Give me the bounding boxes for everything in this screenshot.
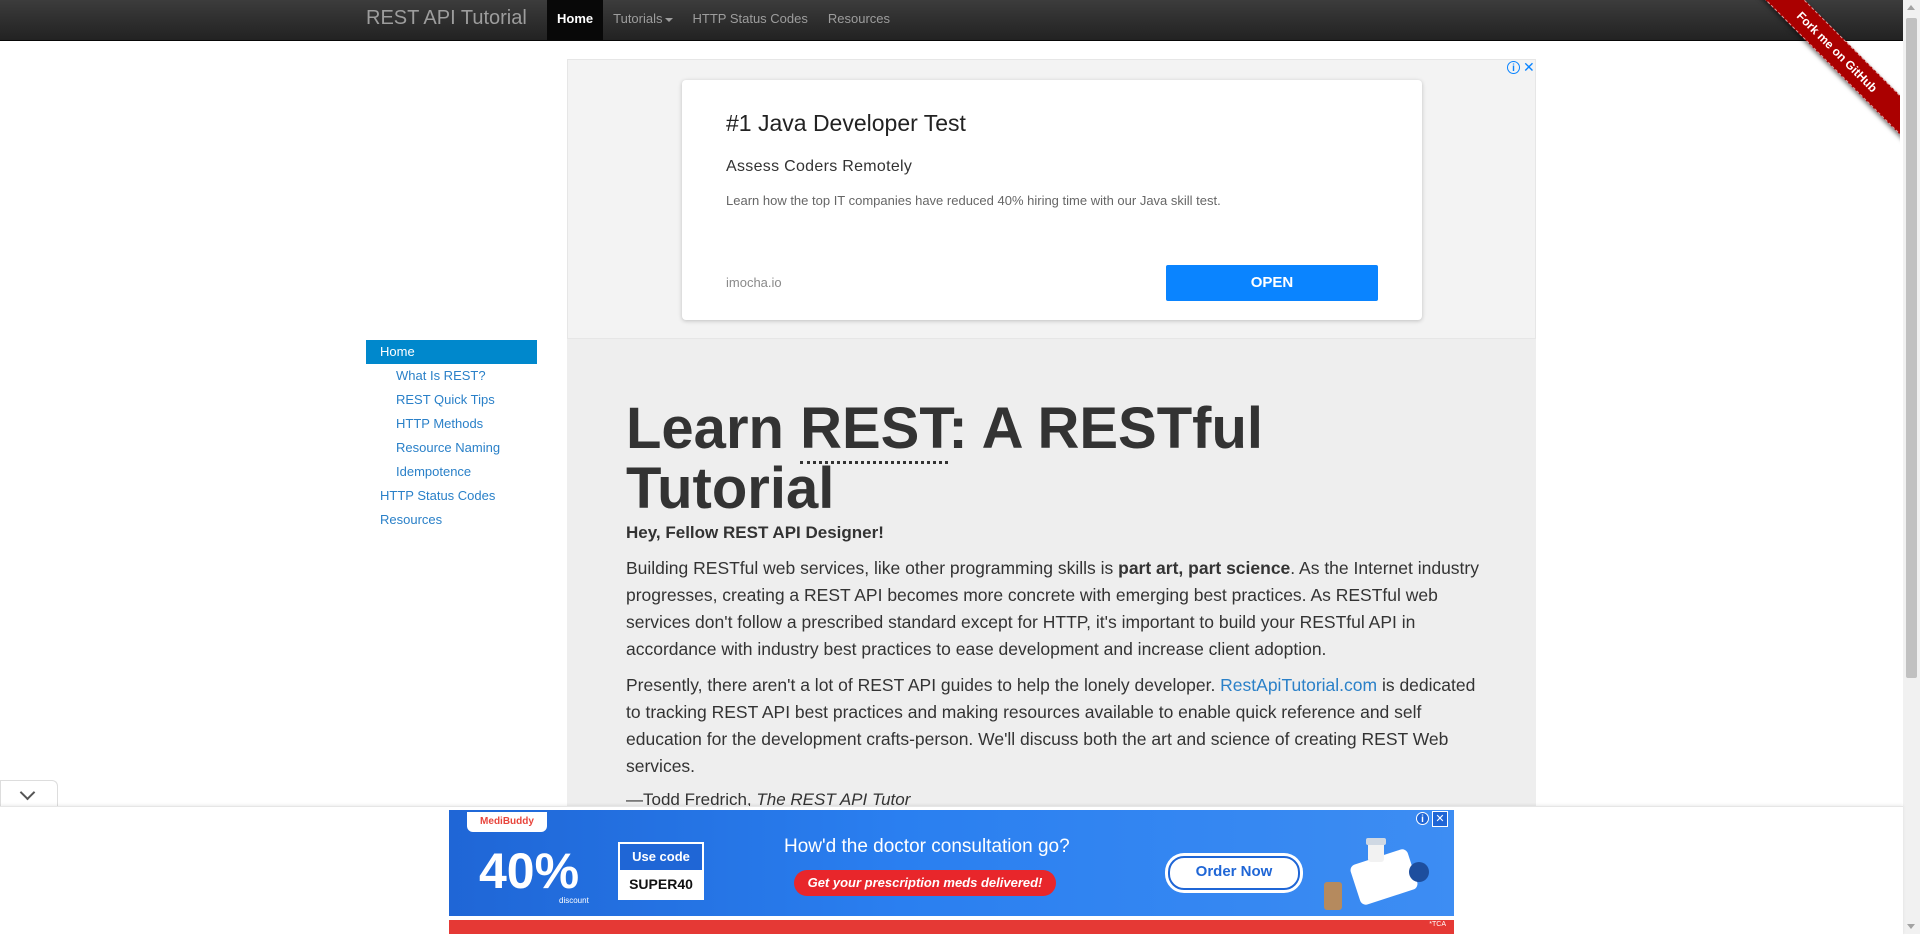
sidebar-nav: Home What Is REST? REST Quick Tips HTTP … [366,340,537,532]
second-paragraph: Presently, there aren't a lot of REST AP… [626,672,1486,780]
ad-card[interactable]: #1 Java Developer Test Assess Coders Rem… [682,80,1422,320]
nav-tutorials[interactable]: Tutorials [603,0,682,40]
hero-greeting: Hey, Fellow REST API Designer! [626,523,884,542]
page-scrollbar[interactable] [1903,0,1920,934]
ad-open-button[interactable]: OPEN [1166,265,1378,301]
sidebar-item-idempotence[interactable]: Idempotence [366,460,537,484]
ad-footer-bar: *TCA [449,920,1454,934]
discount-percent: 40% [479,843,580,899]
bottom-advertisement[interactable]: MediBuddy 40% discount Use code SUPER40 … [449,810,1454,916]
sidebar-item-resource-naming[interactable]: Resource Naming [366,436,537,460]
ad-domain[interactable]: imocha.io [726,275,782,290]
chevron-down-icon [19,784,36,801]
ad-tagline: Get your prescription meds delivered! [794,870,1056,896]
brand-logo[interactable]: REST API Tutorial [366,7,527,30]
sidebar-item-resources[interactable]: Resources [366,508,537,532]
collapse-ad-button[interactable] [0,780,58,807]
nav-http-status-codes[interactable]: HTTP Status Codes [683,0,818,40]
sidebar-item-http-status-codes[interactable]: HTTP Status Codes [366,484,537,508]
ad-subtitle: Assess Coders Remotely [726,158,913,175]
ad-description: Learn how the top IT companies have redu… [726,193,1221,208]
medicine-illustration [1324,838,1429,910]
terms-label: *TCA [1429,921,1446,928]
sidebar-item-rest-quick-tips[interactable]: REST Quick Tips [366,388,537,412]
scroll-down-arrow-icon[interactable] [1907,924,1915,929]
intro-text-pre: Building RESTful web services, like othe… [626,558,1119,578]
title-text-pre: Learn [626,396,801,461]
main-nav: Home Tutorials HTTP Status Codes Resourc… [547,0,900,40]
scroll-up-arrow-icon[interactable] [1907,5,1915,10]
restapitutorial-link[interactable]: RestApiTutorial.com [1220,675,1377,695]
github-ribbon: Fork me on GitHub [1750,0,1900,150]
sidebar-item-home[interactable]: Home [366,340,537,364]
discount-label: discount [559,896,589,905]
medibuddy-logo: MediBuddy [467,812,547,832]
top-navbar: REST API Tutorial Home Tutorials HTTP St… [0,0,1920,41]
scroll-thumb[interactable] [1906,18,1917,678]
caret-down-icon [664,17,673,22]
nav-resources[interactable]: Resources [818,0,900,40]
hero-section: Learn REST: A RESTful Tutorial Hey, Fell… [567,339,1536,809]
fork-on-github-link[interactable]: Fork me on GitHub [1750,0,1900,144]
promo-code: SUPER40 [620,870,702,898]
intro-bold-text: part art, part science [1118,558,1291,578]
ad-title[interactable]: #1 Java Developer Test [726,110,966,137]
adchoices-icon[interactable]: i [1416,812,1429,825]
nav-tutorials-label: Tutorials [613,11,663,26]
order-now-button[interactable]: Order Now [1168,856,1300,890]
intro-paragraph: Building RESTful web services, like othe… [626,555,1486,663]
sidebar-item-what-is-rest[interactable]: What Is REST? [366,364,537,388]
page-title: Learn REST: A RESTful Tutorial [626,396,1486,519]
close-icon[interactable]: ✕ [1432,811,1448,827]
second-text-pre: Presently, there aren't a lot of REST AP… [626,675,1221,695]
ad-headline: How'd the doctor consultation go? [784,836,1070,857]
sidebar-item-http-methods[interactable]: HTTP Methods [366,412,537,436]
top-advertisement: #1 Java Developer Test Assess Coders Rem… [567,59,1536,339]
adchoices-icon[interactable]: i [1507,61,1520,74]
nav-home[interactable]: Home [547,0,604,40]
promo-code-label: Use code [620,844,702,870]
rest-abbreviation[interactable]: REST [800,396,949,464]
close-icon[interactable]: ✕ [1523,60,1535,74]
promo-code-box: Use code SUPER40 [618,842,704,900]
